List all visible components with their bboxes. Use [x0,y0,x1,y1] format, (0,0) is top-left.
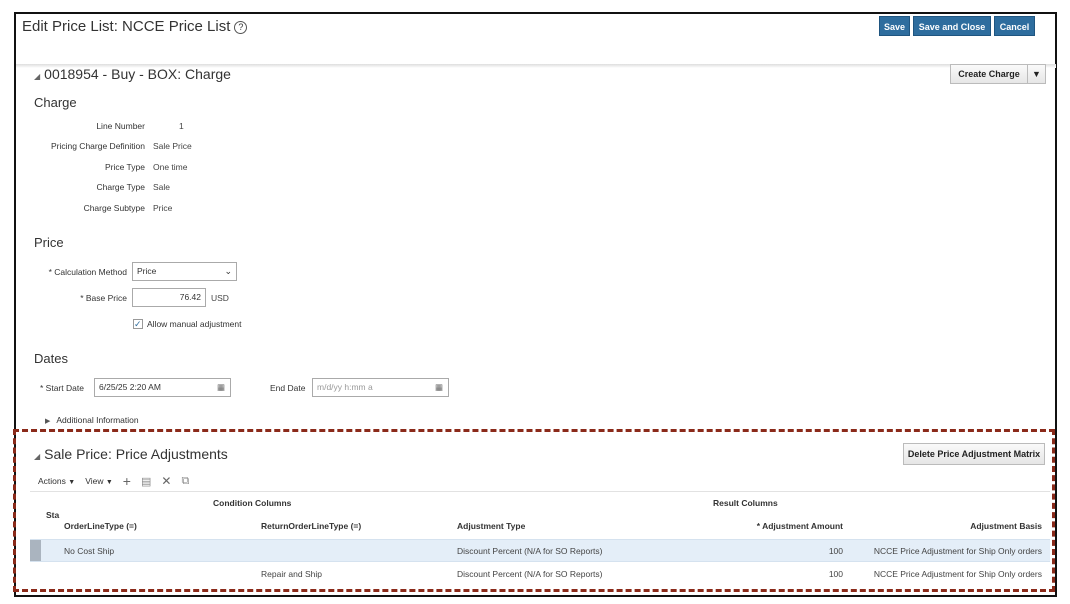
start-date-label: * Start Date [40,383,84,393]
row-selector[interactable] [30,540,41,561]
cell-adjustment-type: Discount Percent (N/A for SO Reports) [457,569,603,579]
cell-orderlinetype: No Cost Ship [64,546,115,556]
base-price-input[interactable]: 76.42 [132,288,206,307]
cancel-button[interactable]: Cancel [994,16,1035,36]
additional-information-toggle[interactable]: ▶ Additional Information [45,415,139,425]
column-header-adjustment-basis[interactable]: Adjustment Basis [900,521,1042,531]
price-type-label: Price Type [104,162,145,172]
delete-price-adjustment-matrix-button[interactable]: Delete Price Adjustment Matrix [903,443,1045,465]
column-header-returnorderlinetype[interactable]: ReturnOrderLineType (=) [261,521,361,531]
add-icon[interactable]: + [123,473,131,489]
save-button[interactable]: Save [879,16,910,36]
cell-adjustment-type: Discount Percent (N/A for SO Reports) [457,546,603,556]
start-date-label-text: Start Date [45,383,84,393]
charge-subtype-label: Charge Subtype [83,203,145,213]
end-date-placeholder: m/d/yy h:mm a [317,382,373,392]
help-icon[interactable]: ? [234,21,248,34]
status-column-header[interactable]: Sta [46,510,59,520]
collapse-icon[interactable]: ◢ [34,72,40,81]
edit-icon[interactable]: ▤ [141,475,151,488]
charge-heading: Charge [34,95,77,110]
calculation-method-label: * Calculation Method [48,267,127,277]
end-date-input[interactable]: m/d/yy h:mm a ▦ [312,378,449,397]
chevron-down-icon: ▼ [1032,69,1041,79]
cell-adjustment-amount: 100 [828,546,843,556]
table-top-border [30,491,1050,492]
allow-manual-adjustment-label: Allow manual adjustment [147,319,242,329]
adjustments-title: Sale Price: Price Adjustments [44,446,228,462]
charge-type-label: Charge Type [96,182,145,192]
pricing-charge-definition-label: Pricing Charge Definition [50,141,145,151]
charge-section-header[interactable]: ◢ 0018954 - Buy - BOX: Charge [34,66,231,82]
save-and-close-button[interactable]: Save and Close [913,16,991,36]
cell-adjustment-amount: 100 [828,569,843,579]
actions-label: Actions [38,476,66,486]
column-header-orderlinetype[interactable]: OrderLineType (=) [64,521,137,531]
collapse-icon[interactable]: ◢ [34,452,40,461]
calculation-method-value: Price [137,266,157,276]
delete-icon[interactable]: ✕ [161,474,171,488]
price-type-value: One time [153,162,188,172]
page-title: Edit Price List: NCCE Price List? [22,18,248,35]
calendar-icon[interactable]: ▦ [217,379,225,396]
base-price-label-text: Base Price [85,293,127,303]
cell-adjustment-basis: NCCE Price Adjustment for Ship Only orde… [873,546,1042,556]
condition-columns-header: Condition Columns [213,498,292,508]
charge-subtype-value: Price [153,203,173,213]
column-header-adjustment-type[interactable]: Adjustment Type [457,521,525,531]
cell-returnorderlinetype: Repair and Ship [261,569,322,579]
cell-adjustment-basis: NCCE Price Adjustment for Ship Only orde… [873,569,1042,579]
pricing-charge-definition-value: Sale Price [153,141,192,151]
chevron-down-icon: ▼ [105,479,113,486]
result-columns-header: Result Columns [713,498,778,508]
line-number-label: Line Number [96,121,145,131]
start-date-value: 6/25/25 2:20 AM [99,382,161,392]
view-label: View [85,476,104,486]
calendar-icon[interactable]: ▦ [435,379,443,396]
adjustment-amount-header-text: Adjustment Amount [762,521,843,531]
actions-menu[interactable]: Actions ▼ [38,476,75,486]
page-title-text: Edit Price List: NCCE Price List [22,18,231,35]
expand-icon: ▶ [45,418,51,425]
dates-heading: Dates [34,351,68,366]
chevron-down-icon: ⌄ [224,266,232,276]
calculation-method-label-text: Calculation Method [54,267,127,277]
chevron-down-icon: ▼ [68,479,76,486]
price-heading: Price [34,235,64,250]
column-header-adjustment-amount[interactable]: * Adjustment Amount [743,521,843,531]
freeze-icon[interactable]: ⧉ [181,475,189,488]
create-charge-button[interactable]: Create Charge [950,64,1028,84]
charge-section-title: 0018954 - Buy - BOX: Charge [44,66,231,82]
create-charge-menu-button[interactable]: ▼ [1027,64,1046,84]
base-price-label: * Base Price [80,293,127,303]
view-menu[interactable]: View ▼ [85,476,113,486]
adjustments-section-header[interactable]: ◢ Sale Price: Price Adjustments [34,446,228,462]
end-date-label: End Date [270,383,306,393]
start-date-input[interactable]: 6/25/25 2:20 AM ▦ [94,378,231,397]
charge-type-value: Sale [153,182,171,192]
calculation-method-select[interactable]: Price ⌄ [132,262,237,281]
currency-label: USD [211,293,229,303]
allow-manual-adjustment-checkbox[interactable]: ✓ Allow manual adjustment [133,319,242,329]
table-toolbar: Actions ▼ View ▼ + ▤ ✕ ⧉ [38,473,189,489]
additional-information-label: Additional Information [56,415,139,425]
line-number-value: 1 [179,121,184,131]
checkmark-icon: ✓ [133,319,143,329]
